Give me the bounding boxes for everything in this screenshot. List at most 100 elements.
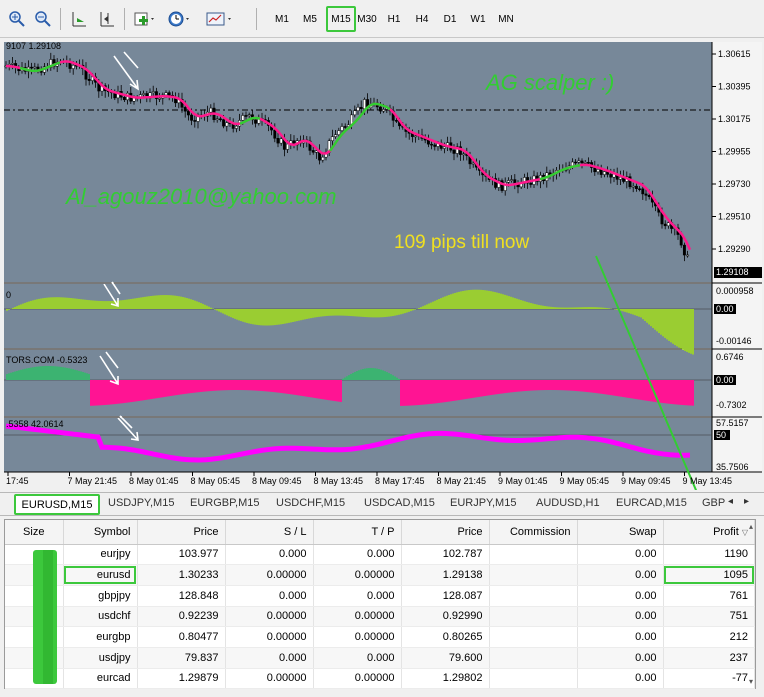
osc1-bar [682,309,684,350]
osc1-bar [162,295,164,309]
osc2-bar [512,380,514,393]
osc1-bar [296,309,298,322]
osc2-bar [340,380,342,402]
osc1-bar [362,309,364,317]
col-profit[interactable]: Profit ▽ [663,520,755,545]
table-row[interactable]: eurgbp 0.80477 0.00000 0.00000 0.80265 0.00 21… [5,626,755,648]
time-label: 9 May 09:45 [621,476,671,486]
table-row[interactable]: usdjpy 79.837 0.000 0.000 79.600 0.00 237 [5,647,755,669]
osc1-tick-top: 0.000958 [716,286,754,296]
table-row[interactable]: eurjpy 103.977 0.000 0.000 102.787 0.00 1190 [5,544,755,566]
osc2-bar [36,366,38,380]
template-icon[interactable] [204,8,236,30]
tf-m15-button[interactable]: M15 [326,6,356,32]
table-row[interactable]: gbpjpy 128.848 0.000 0.000 128.087 0.00 761 [5,585,755,607]
osc2-bar [346,376,348,380]
osc1-bar [56,297,58,309]
col-price[interactable]: Price [137,520,226,545]
osc2-bar [630,380,632,399]
row-commission [489,626,578,648]
osc2-bar [552,380,554,391]
osc1-bar [232,309,234,319]
osc1-bar [172,295,174,309]
osc2-bar [576,380,578,392]
tab-eurusd[interactable]: EURUSD,M15 [14,494,100,515]
osc2-bar [610,380,612,396]
tab-eurcad[interactable]: EURCAD,M15 [616,497,687,509]
osc2-bar [144,380,146,401]
osc1-bar [190,299,192,309]
osc1-bar [372,309,374,318]
col-sl[interactable]: S / L [225,520,314,545]
tab-eurgbp[interactable]: EURGBP,M15 [190,497,260,509]
zoom-in-icon[interactable] [6,8,28,30]
osc1-bar [146,296,148,309]
osc1-bar [548,306,550,309]
candle-body [164,92,168,96]
tab-eurjpy[interactable]: EURJPY,M15 [450,497,516,509]
row-sl: 0.00000 [225,626,314,648]
tf-m30-button[interactable]: M30 [354,8,380,30]
table-row[interactable]: eurcad 1.29879 0.00000 0.00000 1.29802 0.00 -7… [5,668,755,690]
table-row[interactable]: eurusd 1.30233 0.00000 0.00000 1.29138 0.00 10… [5,564,755,586]
candle-body [686,254,690,257]
tf-h4-button[interactable]: H4 [409,8,435,30]
osc1-bar [582,307,584,309]
candle-body [644,193,648,196]
scroll-up-icon[interactable]: ▴ [749,522,753,531]
osc2-bar [220,380,222,391]
tab-usdcad[interactable]: USDCAD,M15 [364,497,435,509]
candle-body [241,115,245,121]
row-tp: 0.00000 [313,564,402,586]
osc1-bar [218,309,220,312]
osc2-bar [328,380,330,401]
chart-shift-icon[interactable] [96,8,118,30]
tf-m5-button[interactable]: M5 [297,8,323,30]
osc1-bar [346,309,348,316]
osc2-bar [608,380,610,395]
period-clock-icon[interactable] [166,8,194,30]
osc1-bar [366,309,368,318]
osc1-bar [282,309,284,324]
tf-h1-button[interactable]: H1 [381,8,407,30]
new-indicator-icon[interactable] [132,8,158,30]
tf-mn-button[interactable]: MN [493,8,519,30]
row-price-current: 128.087 [401,585,490,607]
tf-w1-button[interactable]: W1 [465,8,491,30]
col-price-current[interactable]: Price [401,520,490,545]
osc1-bar [52,297,54,309]
osc1-bar [192,299,194,309]
price-chart[interactable]: 9107 1.29108 0 TORS.COM -0.5323 .5358 42… [0,38,764,490]
osc1-bar [278,309,280,325]
osc2-bar [146,380,148,400]
osc1-bar [656,309,658,332]
zoom-out-icon[interactable] [32,8,54,30]
tab-usdjpy[interactable]: USDJPY,M15 [108,497,174,509]
tab-scroll-left-icon[interactable]: ◂ [728,496,733,507]
osc1-bar [352,309,354,317]
col-swap[interactable]: Swap [577,520,664,545]
tf-d1-button[interactable]: D1 [437,8,463,30]
tab-audusd[interactable]: AUDUSD,H1 [536,497,600,509]
tab-usdchf[interactable]: USDCHF,M15 [276,497,345,509]
osc1-bar [466,290,468,309]
row-price-current: 102.787 [401,544,490,566]
tab-gbp[interactable]: GBP [702,497,725,509]
col-commission[interactable]: Commission [489,520,578,545]
osc2-bar [248,380,250,391]
osc2-bar [200,380,202,392]
autoscroll-icon[interactable] [68,8,90,30]
row-symbol: gbpjpy [63,585,138,607]
row-price: 128.848 [137,585,226,607]
col-size[interactable]: Size [5,520,64,545]
osc2-bar [164,380,166,397]
tab-scroll-right-icon[interactable]: ▸ [744,496,749,507]
row-profit: 1095 [663,564,755,586]
scroll-down-icon[interactable]: ▾ [749,677,753,686]
col-symbol[interactable]: Symbol [63,520,138,545]
col-tp[interactable]: T / P [313,520,402,545]
osc2-bar [516,380,518,392]
osc2-bar [280,380,282,393]
tf-m1-button[interactable]: M1 [269,8,295,30]
table-row[interactable]: usdchf 0.92239 0.00000 0.00000 0.92990 0.00 75… [5,606,755,628]
